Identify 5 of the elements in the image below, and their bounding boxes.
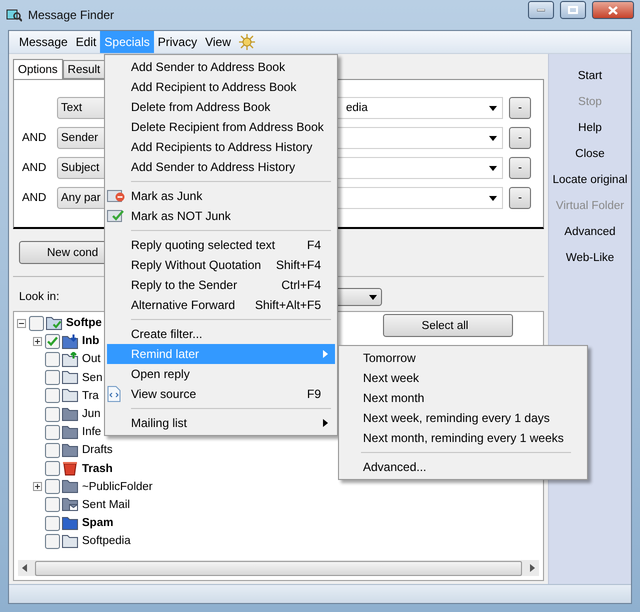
- connector-label: AND: [22, 132, 48, 144]
- look-in-label: Look in:: [19, 291, 60, 303]
- connector-label: AND: [22, 192, 48, 204]
- window-title: Message Finder: [28, 8, 116, 22]
- connector-label: AND: [22, 162, 48, 174]
